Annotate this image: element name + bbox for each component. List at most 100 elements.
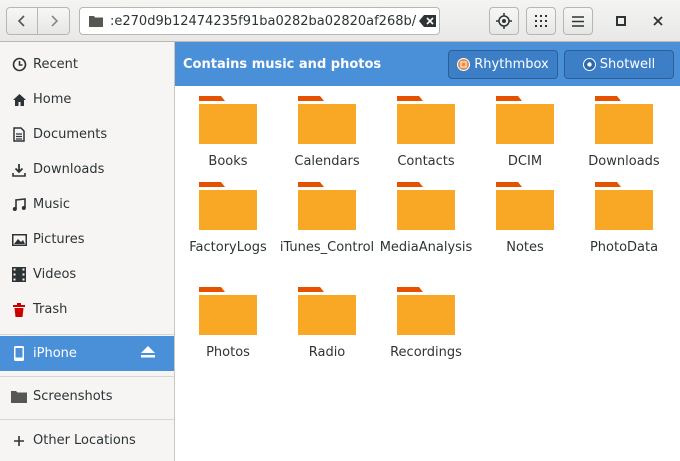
back-button[interactable] <box>6 7 38 35</box>
folder-label: Downloads <box>588 154 660 169</box>
location-path[interactable]: :e270d9b12474235f91ba0282ba02820af268b/ <box>110 14 417 29</box>
folder-icon <box>296 180 358 232</box>
eject-icon <box>141 346 155 358</box>
folder-icon <box>296 285 358 337</box>
shotwell-label: Shotwell <box>599 57 656 72</box>
video-icon <box>11 267 27 283</box>
sidebar-item-label: Home <box>33 92 72 107</box>
sidebar-item-recent[interactable]: Recent <box>0 47 174 82</box>
folder-item[interactable]: Photos <box>178 285 278 362</box>
folder-icon <box>197 285 259 337</box>
music-icon <box>11 197 27 213</box>
folder-icon <box>395 285 457 337</box>
folder-item[interactable]: PhotoData <box>574 180 674 257</box>
sidebar-item-label: Other Locations <box>33 433 136 448</box>
folder-item[interactable]: Recordings <box>376 285 476 362</box>
folder-label: MediaAnalysis <box>379 240 473 255</box>
folder-label: DCIM <box>507 154 543 169</box>
folder-label: iTunes_Control <box>279 240 375 255</box>
folder-item[interactable]: Downloads <box>574 94 674 171</box>
eject-button[interactable] <box>141 346 155 362</box>
home-icon <box>11 92 27 108</box>
open-rhythmbox-button[interactable]: Rhythmbox <box>448 50 558 79</box>
sidebar-item-trash[interactable]: Trash <box>0 292 174 327</box>
folder-item[interactable]: Notes <box>475 180 575 257</box>
folder-item[interactable]: Books <box>178 94 278 171</box>
folder-label: Recordings <box>390 345 462 360</box>
sidebar-item-documents[interactable]: Documents <box>0 117 174 152</box>
sidebar-item-iphone[interactable]: iPhone <box>0 336 174 371</box>
document-icon <box>11 127 27 143</box>
folder-grid: Books Calendars Contacts DCIM Downloads Facto… <box>176 86 680 461</box>
view-grid-button[interactable] <box>526 7 556 35</box>
sidebar-item-label: iPhone <box>33 346 77 361</box>
folder-item[interactable]: iTunes_Control <box>277 180 377 257</box>
close-icon <box>653 16 663 26</box>
folder-icon <box>395 180 457 232</box>
location-bar[interactable]: :e270d9b12474235f91ba0282ba02820af268b/ <box>79 7 440 35</box>
sidebar-item-music[interactable]: Music <box>0 187 174 222</box>
maximize-icon <box>616 16 626 26</box>
close-button[interactable] <box>647 10 669 32</box>
sidebar-item-label: Downloads <box>33 162 105 177</box>
folder-label: FactoryLogs <box>189 240 267 255</box>
plus-icon <box>11 433 27 449</box>
folder-item[interactable]: Calendars <box>277 94 377 171</box>
clock-icon <box>11 57 27 73</box>
sidebar-item-pictures[interactable]: Pictures <box>0 222 174 257</box>
rhythmbox-icon <box>457 58 471 71</box>
maximize-button[interactable] <box>610 10 632 32</box>
folder-icon <box>11 389 27 405</box>
forward-button[interactable] <box>38 7 70 35</box>
folder-item[interactable]: Radio <box>277 285 377 362</box>
folder-label: Notes <box>506 240 544 255</box>
folder-label: Calendars <box>294 154 360 169</box>
location-button[interactable] <box>489 7 519 35</box>
folder-label: Contacts <box>397 154 455 169</box>
folder-icon <box>494 94 556 146</box>
folder-item[interactable]: Contacts <box>376 94 476 171</box>
folder-item[interactable]: FactoryLogs <box>178 180 278 257</box>
sidebar-item-label: Trash <box>33 302 68 317</box>
header-bar: :e270d9b12474235f91ba0282ba02820af268b/ <box>0 0 680 42</box>
sidebar: Recent Home Documents Downloads Music Pi… <box>0 42 175 461</box>
folder-label: PhotoData <box>589 240 659 255</box>
sidebar-item-screenshots[interactable]: Screenshots <box>0 379 174 414</box>
sidebar-item-label: Recent <box>33 57 78 72</box>
crosshair-icon <box>496 13 512 29</box>
phone-icon <box>11 346 27 362</box>
folder-icon <box>593 180 655 232</box>
folder-icon <box>494 180 556 232</box>
folder-item[interactable]: DCIM <box>475 94 575 171</box>
folder-label: Radio <box>308 345 346 360</box>
info-bar-message: Contains music and photos <box>183 56 382 72</box>
clear-location-button[interactable] <box>417 15 439 27</box>
sidebar-item-home[interactable]: Home <box>0 82 174 117</box>
folder-label: Photos <box>206 345 250 360</box>
open-shotwell-button[interactable]: Shotwell <box>564 50 674 79</box>
grid-icon <box>535 15 547 27</box>
folder-icon <box>593 94 655 146</box>
backspace-icon <box>419 15 436 27</box>
folder-icon <box>296 94 358 146</box>
menu-button[interactable] <box>563 7 593 35</box>
shotwell-icon <box>582 58 596 71</box>
navigation-buttons <box>6 7 70 35</box>
folder-icon <box>197 94 259 146</box>
trash-icon <box>11 302 27 318</box>
folder-icon <box>89 16 103 27</box>
hamburger-icon <box>572 15 584 27</box>
sidebar-item-downloads[interactable]: Downloads <box>0 152 174 187</box>
sidebar-item-other-locations[interactable]: Other Locations <box>0 423 174 458</box>
chevron-right-icon <box>50 15 58 27</box>
sidebar-item-label: Videos <box>33 267 77 282</box>
download-icon <box>11 162 27 178</box>
rhythmbox-label: Rhythmbox <box>474 57 549 72</box>
folder-icon <box>197 180 259 232</box>
sidebar-item-videos[interactable]: Videos <box>0 257 174 292</box>
folder-item[interactable]: MediaAnalysis <box>376 180 476 257</box>
sidebar-item-label: Music <box>33 197 70 212</box>
picture-icon <box>11 232 27 248</box>
chevron-left-icon <box>17 15 25 27</box>
sidebar-item-label: Screenshots <box>33 389 113 404</box>
